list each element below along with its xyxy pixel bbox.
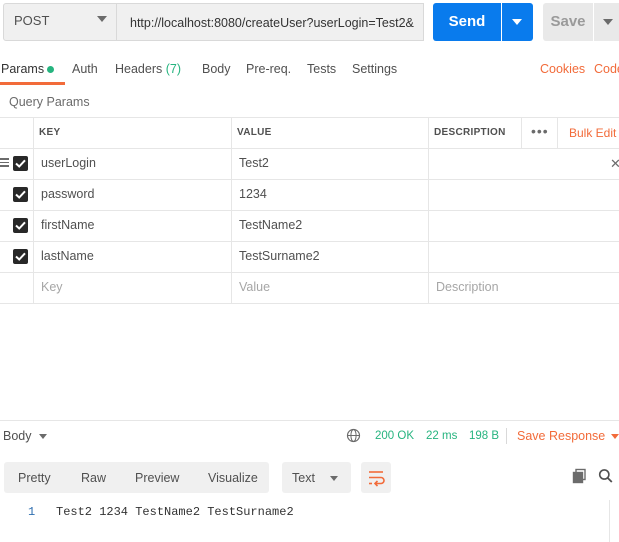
param-key[interactable]: firstName	[41, 218, 94, 232]
url-input[interactable]: http://localhost:8080/createUser?userLog…	[117, 3, 424, 41]
query-params-title: Query Params	[9, 95, 90, 109]
table-border-bottom	[0, 303, 619, 304]
view-preview-button[interactable]: Preview	[135, 471, 179, 485]
chevron-down-icon	[603, 19, 613, 25]
row-divider	[0, 210, 619, 211]
method-label: POST	[14, 13, 50, 28]
chevron-down-icon	[97, 16, 107, 22]
column-divider	[33, 117, 34, 303]
param-checkbox[interactable]	[13, 187, 28, 202]
wrap-icon	[369, 471, 385, 487]
tab-params[interactable]: Params	[1, 62, 44, 76]
format-label: Text	[292, 471, 315, 485]
response-size[interactable]: 198 B	[469, 430, 499, 442]
param-value[interactable]: TestSurname2	[239, 249, 320, 263]
checkmark-icon	[15, 190, 26, 199]
checkmark-icon	[15, 221, 26, 230]
table-header-divider	[0, 148, 619, 149]
save-options-button[interactable]	[594, 3, 619, 41]
param-value[interactable]: TestName2	[239, 218, 302, 232]
param-checkbox[interactable]	[13, 156, 28, 171]
param-checkbox[interactable]	[13, 249, 28, 264]
send-options-button[interactable]	[502, 3, 533, 41]
table-border-top	[0, 117, 619, 118]
close-icon[interactable]: ✕	[610, 156, 619, 172]
column-header-key: KEY	[39, 127, 61, 138]
copy-icon[interactable]	[572, 468, 587, 484]
checkmark-icon	[15, 159, 26, 168]
tab-settings[interactable]: Settings	[352, 62, 397, 76]
row-divider	[0, 272, 619, 273]
send-button[interactable]: Send	[433, 3, 501, 41]
cookies-link[interactable]: Cookies	[540, 62, 585, 76]
status-badge[interactable]: 200 OK	[375, 430, 414, 442]
column-header-description: DESCRIPTION	[434, 127, 506, 138]
tab-body[interactable]: Body	[202, 62, 231, 76]
line-number: 1	[28, 505, 36, 519]
response-divider	[0, 420, 619, 421]
param-key[interactable]: userLogin	[41, 156, 96, 170]
response-body-select[interactable]: Body	[3, 429, 32, 443]
response-body-text[interactable]: Test2 1234 TestName2 TestSurname2	[56, 505, 294, 519]
wrap-lines-button[interactable]	[361, 462, 391, 493]
param-checkbox[interactable]	[13, 218, 28, 233]
globe-icon[interactable]	[346, 428, 361, 443]
param-key[interactable]: password	[41, 187, 95, 201]
chevron-down-icon	[611, 434, 619, 439]
view-pretty-button[interactable]: Pretty	[18, 471, 51, 485]
chevron-down-icon	[512, 19, 522, 25]
save-button[interactable]: Save	[543, 3, 593, 41]
view-visualize-button[interactable]: Visualize	[208, 471, 258, 485]
param-value[interactable]: 1234	[239, 187, 267, 201]
column-divider	[428, 117, 429, 303]
param-value[interactable]: Test2	[239, 156, 269, 170]
chevron-down-icon	[39, 434, 47, 439]
chevron-down-icon	[330, 476, 338, 481]
checkmark-icon	[15, 252, 26, 261]
tab-auth[interactable]: Auth	[72, 62, 98, 76]
tab-headers-label: Headers	[115, 62, 163, 76]
view-raw-button[interactable]: Raw	[81, 471, 106, 485]
response-time[interactable]: 22 ms	[426, 430, 457, 442]
bulk-edit-link[interactable]: Bulk Edit	[569, 126, 616, 140]
save-response-button[interactable]: Save Response	[517, 429, 605, 443]
scrollbar[interactable]	[609, 500, 610, 542]
tab-prereq[interactable]: Pre-req.	[246, 62, 291, 76]
more-options-icon[interactable]: •••	[531, 123, 549, 139]
column-divider	[557, 117, 558, 148]
search-icon[interactable]	[598, 468, 613, 484]
url-text: http://localhost:8080/createUser?userLog…	[130, 16, 414, 30]
column-divider	[231, 117, 232, 303]
code-link[interactable]: Code	[594, 62, 619, 76]
new-value-input[interactable]: Value	[239, 280, 270, 294]
tab-headers[interactable]: Headers (7)	[115, 62, 181, 76]
new-key-input[interactable]: Key	[41, 280, 63, 294]
row-divider	[0, 179, 619, 180]
column-divider	[521, 117, 522, 148]
tab-tests[interactable]: Tests	[307, 62, 336, 76]
tab-params-underline	[0, 82, 65, 85]
divider	[506, 428, 507, 444]
column-header-value: VALUE	[237, 127, 272, 138]
new-description-input[interactable]: Description	[436, 280, 499, 294]
param-key[interactable]: lastName	[41, 249, 94, 263]
headers-count: (7)	[165, 62, 182, 76]
drag-handle-icon[interactable]	[0, 158, 9, 167]
params-active-dot	[47, 66, 54, 73]
row-divider	[0, 241, 619, 242]
